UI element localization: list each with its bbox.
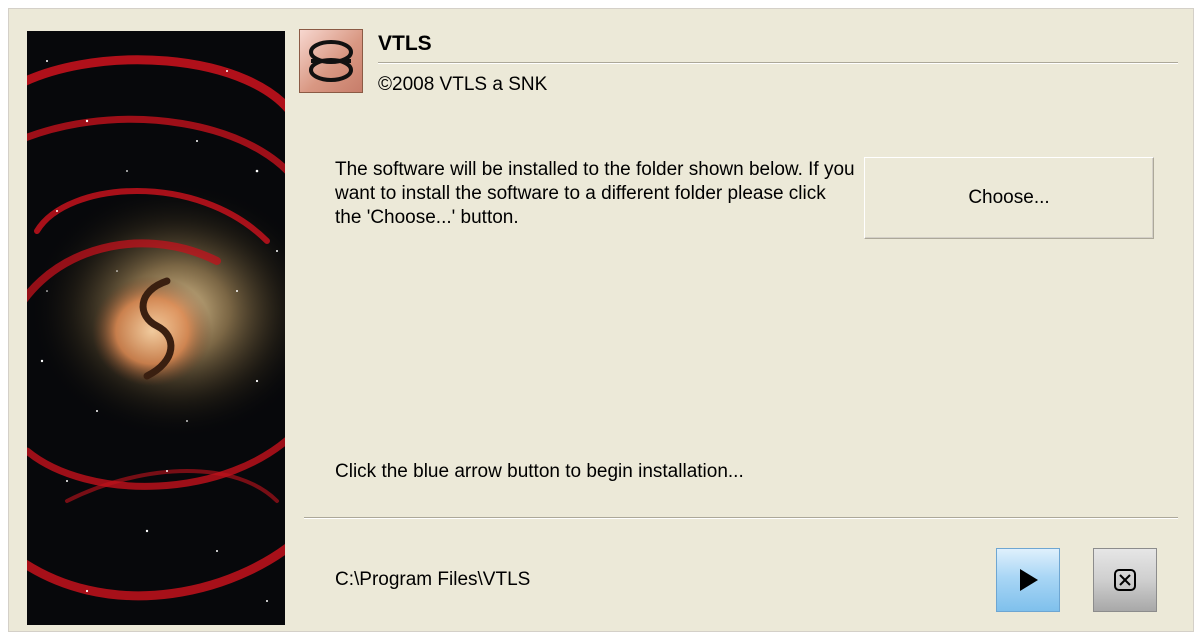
install-hint: Click the blue arrow button to begin ins… — [335, 461, 744, 482]
footer-divider — [304, 517, 1178, 519]
installer-dialog: VTLS ©2008 VTLS a SNK The software will … — [8, 8, 1194, 632]
app-title: VTLS — [378, 32, 432, 55]
side-banner-image — [27, 31, 285, 625]
header-divider — [378, 62, 1178, 64]
install-path: C:\Program Files\VTLS — [335, 569, 531, 590]
copyright-text: ©2008 VTLS a SNK — [378, 74, 548, 95]
install-description: The software will be installed to the fo… — [335, 159, 855, 228]
choose-folder-button[interactable]: Choose... — [864, 157, 1154, 239]
close-box-icon — [1114, 569, 1136, 591]
play-arrow-icon — [1020, 569, 1038, 591]
cancel-install-button[interactable] — [1093, 548, 1157, 612]
start-install-button[interactable] — [996, 548, 1060, 612]
vtls-logo-icon — [299, 29, 363, 93]
